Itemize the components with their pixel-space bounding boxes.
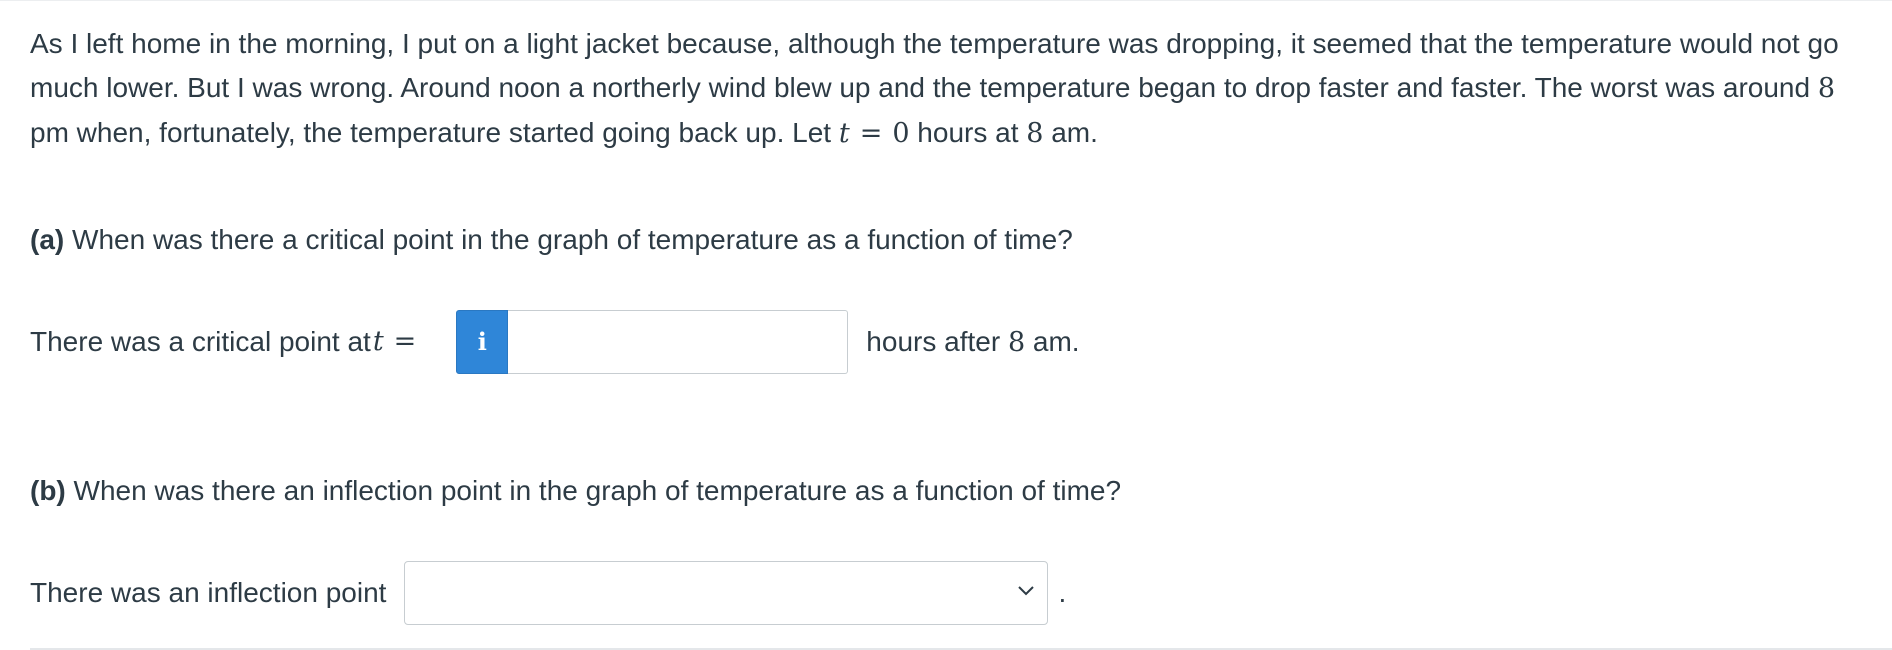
intro-paragraph: As I left home in the morning, I put on … bbox=[30, 22, 1870, 156]
question-a-text: When was there a critical point in the g… bbox=[64, 224, 1073, 255]
question-a-label: (a) bbox=[30, 224, 65, 255]
problem-intro: As I left home in the morning, I put on … bbox=[30, 22, 1870, 156]
intro-math-0: 0 bbox=[892, 118, 910, 149]
intro-text-4: am. bbox=[1043, 117, 1098, 148]
answer-a-var-t: t bbox=[372, 326, 384, 357]
info-icon: i bbox=[477, 327, 487, 356]
question-b-label: (b) bbox=[30, 475, 66, 506]
intro-math-8: 8 bbox=[1817, 73, 1836, 104]
intro-text-1: As I left home in the morning, I put on … bbox=[30, 28, 1839, 103]
answer-a-suffix-8: 8 bbox=[1007, 326, 1026, 358]
answer-a-suffix: hours after 8 am. bbox=[866, 322, 1079, 363]
intro-equals: = bbox=[859, 118, 883, 149]
answer-b-period: . bbox=[1058, 577, 1067, 608]
question-b-text: When was there an inflection point in th… bbox=[65, 475, 1122, 506]
answer-row-b: There was an inflection point . bbox=[30, 561, 1066, 625]
info-button[interactable]: i bbox=[456, 310, 509, 374]
intro-text-2: pm when, fortunately, the temperature st… bbox=[30, 117, 839, 148]
inflection-point-select[interactable] bbox=[404, 561, 1049, 625]
answer-a-suffix-text: hours after bbox=[866, 325, 1008, 357]
answer-row-a: There was a critical point at t = i hour… bbox=[30, 310, 1080, 374]
top-divider bbox=[0, 0, 1892, 1]
intro-text-3: hours at bbox=[909, 117, 1027, 148]
question-b: (b) When was there an inflection point i… bbox=[30, 471, 1121, 511]
answer-a-equals: = bbox=[393, 326, 417, 357]
intro-var-t: t bbox=[838, 118, 850, 149]
answer-a-prefix: There was a critical point at bbox=[30, 326, 371, 357]
intro-math-8-am: 8 bbox=[1026, 118, 1044, 149]
chevron-down-icon bbox=[1018, 586, 1035, 596]
answer-a-suffix-am: am. bbox=[1025, 325, 1080, 357]
answer-b-prefix: There was an inflection point bbox=[30, 577, 387, 608]
question-a: (a) When was there a critical point in t… bbox=[30, 220, 1073, 260]
critical-point-input[interactable] bbox=[508, 310, 849, 374]
